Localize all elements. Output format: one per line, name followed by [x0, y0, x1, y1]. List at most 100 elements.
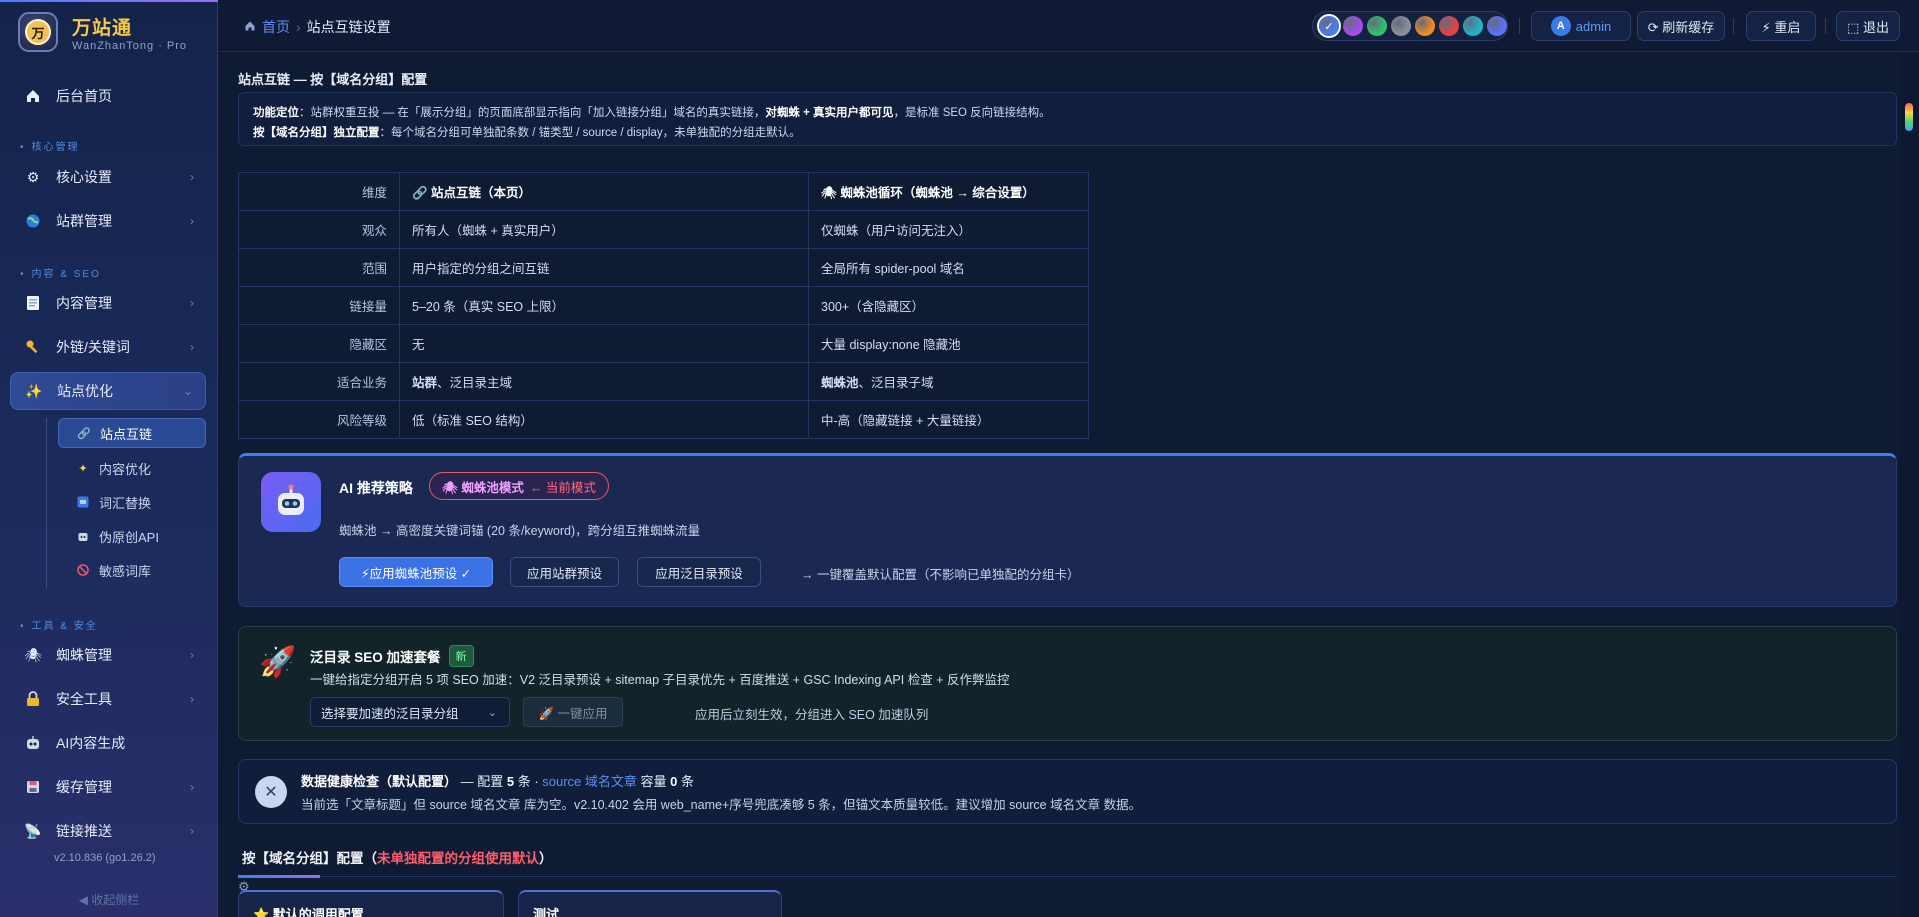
sidebar-subitem-pseudo-original-api[interactable]: 伪原创API — [58, 521, 206, 551]
sidebar-item-link-push[interactable]: 📡 链接推送 › — [10, 812, 206, 850]
brand-logo-mark: 万 — [25, 19, 51, 45]
seo-pack-title: 泛目录 SEO 加速套餐 — [310, 650, 441, 665]
table-cell: 仅蜘蛛（用户访问无注入） — [808, 210, 1089, 249]
table-header-row: 维度 🔗 站点互链（本页） 🕷 蜘蛛池循环（蜘蛛池 → 综合设置） — [238, 172, 1089, 211]
table-cell: 站群、泛目录主域 — [399, 362, 809, 401]
sidebar-item-site-group[interactable]: 站群管理 › — [10, 202, 206, 240]
sidebar-item-ai-content[interactable]: AI内容生成 — [10, 724, 206, 762]
chevron-right-icon: › — [190, 780, 194, 794]
brand-name: 万站通 — [72, 18, 133, 39]
scrollbar[interactable] — [1900, 53, 1919, 917]
new-badge: 新 — [448, 645, 474, 667]
info-text: ，是标准 SEO 反向链接结构。 — [893, 107, 1051, 119]
seo-pack-description: 一键给指定分组开启 5 项 SEO 加速：V2 泛目录预设 + sitemap … — [310, 673, 1010, 687]
table-cell: 观众 — [238, 210, 400, 249]
robot-icon — [76, 529, 90, 543]
table-cell: 隐藏区 — [238, 324, 400, 363]
apply-spider-pool-preset-button[interactable]: ⚡应用蜘蛛池预设 ✓ — [339, 557, 493, 587]
apply-site-group-preset-button[interactable]: 应用站群预设 — [510, 557, 619, 587]
table-cell-bold: 蜘蛛池 — [821, 376, 859, 390]
close-icon[interactable]: ✕ — [255, 776, 287, 808]
ai-strategy-card: AI 推荐策略 🕷 蜘蛛池模式 ← 当前模式 蜘蛛池 → 高密度关键词锚 (20… — [238, 453, 1897, 607]
user-menu-button[interactable]: A admin — [1531, 11, 1631, 41]
health-text: 条 — [677, 774, 694, 789]
theme-color-swatch[interactable]: ✓ — [1319, 16, 1339, 36]
theme-color-swatch[interactable] — [1415, 16, 1435, 36]
sidebar-item-links-keywords[interactable]: 外链/关键词 › — [10, 328, 206, 366]
sidebar-item-label: 链接推送 — [56, 823, 112, 839]
divider — [1825, 18, 1826, 34]
sidebar-subitem-label: 内容优化 — [99, 461, 152, 477]
robot-icon — [24, 734, 42, 752]
sidebar-item-security[interactable]: 安全工具 › — [10, 680, 206, 718]
table-header: 维度 — [238, 172, 400, 211]
wildcard-group-select[interactable]: 选择要加速的泛目录分组 ⌄ — [310, 697, 510, 727]
sidebar-item-site-optimization[interactable]: ✨ 站点优化 ⌄ — [10, 372, 206, 410]
sidebar-item-spider[interactable]: 🕷 蜘蛛管理 › — [10, 636, 206, 674]
group-config-title: 按【域名分组】配置 — [242, 851, 364, 866]
table-header: 🕷 蜘蛛池循环（蜘蛛池 → 综合设置） — [808, 172, 1089, 211]
source-articles-link[interactable]: source 域名文章 — [542, 774, 637, 789]
sidebar-item-content[interactable]: 内容管理 › — [10, 284, 206, 322]
avatar: A — [1550, 16, 1571, 36]
theme-color-swatch[interactable] — [1343, 16, 1363, 36]
sidebar-item-dashboard[interactable]: 后台首页 — [10, 77, 206, 115]
home-icon — [24, 87, 42, 105]
sidebar-subitem-content-optimization[interactable]: ✦ 内容优化 — [58, 453, 206, 483]
logout-button[interactable]: ⬚ 退出 — [1836, 11, 1900, 41]
chevron-right-icon: › — [190, 824, 194, 838]
apply-wildcard-dir-preset-button[interactable]: 应用泛目录预设 — [637, 557, 761, 587]
theme-color-swatch[interactable] — [1463, 16, 1483, 36]
sidebar-section-content: 内容 & SEO — [20, 265, 101, 280]
sidebar-item-label: 缓存管理 — [56, 779, 112, 795]
theme-color-swatch[interactable] — [1391, 16, 1411, 36]
breadcrumb: 首页 › 站点互链设置 — [244, 17, 391, 37]
sidebar-item-label: AI内容生成 — [56, 735, 126, 751]
brand-logo: 万 — [18, 12, 58, 52]
globe-icon — [24, 212, 42, 230]
restart-button[interactable]: ⚡ 重启 — [1746, 11, 1816, 41]
select-value: 选择要加速的泛目录分组 — [321, 706, 459, 721]
chevron-right-icon: › — [190, 692, 194, 706]
sidebar-section-core: 核心管理 — [20, 138, 80, 153]
mode-current-hint: ← 当前模式 — [529, 480, 596, 495]
brand[interactable]: 万 万站通 WanZhanTong · Pro — [18, 10, 218, 56]
divider — [238, 876, 1897, 877]
table-cell: 无 — [399, 324, 809, 363]
sidebar-item-label: 后台首页 — [56, 88, 112, 104]
scrollbar-thumb[interactable] — [1905, 103, 1913, 131]
theme-color-swatch[interactable] — [1487, 16, 1507, 36]
refresh-cache-button[interactable]: ⟳ 刷新缓存 — [1637, 11, 1725, 41]
brand-subtitle: WanZhanTong · Pro — [72, 40, 188, 52]
health-text: 条 · — [514, 774, 543, 789]
theme-color-swatch[interactable] — [1439, 16, 1459, 36]
sidebar-item-label: 蜘蛛管理 — [56, 647, 112, 663]
group-card-test[interactable]: 测试 — [518, 890, 782, 917]
ai-strategy-description: 蜘蛛池 → 高密度关键词锚 (20 条/keyword)，跨分组互推蜘蛛流量 — [339, 524, 701, 538]
table-row: 隐藏区 无 大量 display:none 隐藏池 — [238, 324, 1089, 363]
table-cell-text: 、泛目录子域 — [858, 376, 934, 390]
sidebar-item-label: 站群管理 — [56, 213, 112, 229]
one-click-apply-button[interactable]: 🚀 一键应用 — [523, 697, 623, 727]
sidebar-subitem-label: 敏感词库 — [99, 563, 152, 579]
sidebar-subitem-sensitive-words[interactable]: 敏感词库 — [58, 555, 206, 585]
breadcrumb-home-link[interactable]: 首页 — [262, 17, 290, 37]
table-cell: 全局所有 spider-pool 域名 — [808, 248, 1089, 287]
comparison-table: 维度 🔗 站点互链（本页） 🕷 蜘蛛池循环（蜘蛛池 → 综合设置） 观众 所有人… — [238, 172, 1089, 439]
table-cell: 范围 — [238, 248, 400, 287]
sidebar-subitem-word-replace[interactable]: 词汇替换 — [58, 487, 206, 517]
sidebar-item-core-settings[interactable]: ⚙ 核心设置 › — [10, 158, 206, 196]
theme-color-swatch[interactable] — [1367, 16, 1387, 36]
divider — [1733, 18, 1734, 34]
sidebar-subitem-site-interlink[interactable]: 🔗 站点互链 — [58, 418, 206, 448]
version-label: v2.10.836 (go1.26.2) — [54, 852, 156, 864]
info-line: 按【域名分组】独立配置：每个域名分组可单独配条数 / 锚类型 / source … — [253, 123, 1882, 143]
table-cell: 大量 display:none 隐藏池 — [808, 324, 1089, 363]
table-row: 范围 用户指定的分组之间互链 全局所有 spider-pool 域名 — [238, 248, 1089, 287]
group-card-default[interactable]: ⭐ 默认的调用配置 — [238, 890, 504, 917]
collapse-sidebar-button[interactable]: ◀ 收起侧栏 — [0, 880, 218, 917]
sidebar-item-cache[interactable]: 缓存管理 › — [10, 768, 206, 806]
forbidden-icon — [76, 563, 90, 577]
table-cell: 适合业务 — [238, 362, 400, 401]
table-row: 适合业务 站群、泛目录主域 蜘蛛池、泛目录子域 — [238, 362, 1089, 401]
